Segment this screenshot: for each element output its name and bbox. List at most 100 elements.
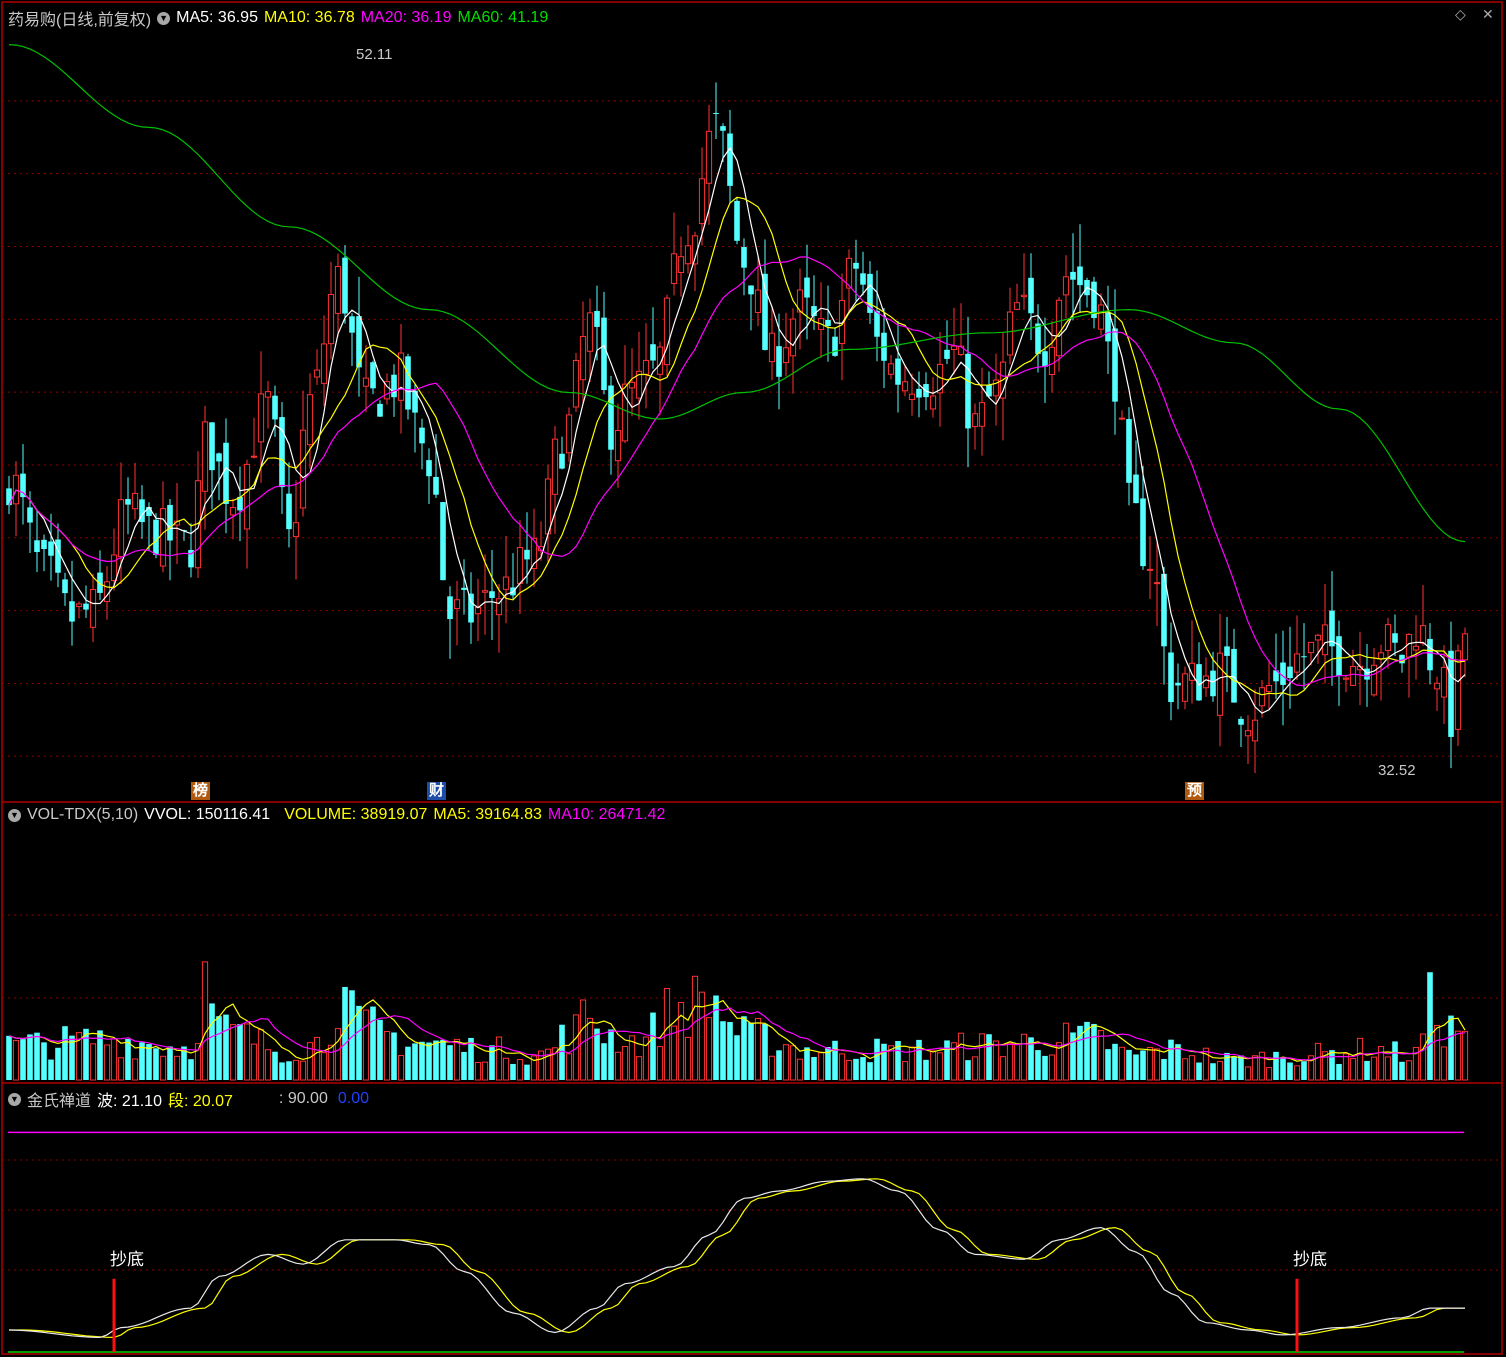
volume-bar	[1188, 1055, 1196, 1081]
volume-bar	[691, 975, 699, 1081]
candle-body	[727, 133, 733, 186]
candle-body	[489, 591, 495, 598]
candle-body	[201, 421, 209, 492]
volume-bar	[838, 1053, 846, 1081]
volume-indicator-name[interactable]: VOL-TDX(5,10)	[27, 806, 138, 824]
diamond-icon[interactable]: ◇	[1455, 6, 1466, 23]
volume-bar	[1042, 1055, 1048, 1080]
volume-value: 38919.07	[360, 806, 428, 823]
candle-body	[832, 336, 838, 356]
candle-body	[565, 414, 573, 454]
candle-body	[1048, 346, 1056, 375]
candle-body	[705, 130, 713, 184]
volume-bar	[923, 1059, 929, 1080]
volume-bar	[1181, 1058, 1189, 1081]
candle-body	[306, 394, 314, 446]
volume-bar	[1238, 1055, 1244, 1080]
volume-bar	[727, 1022, 733, 1080]
candle-body	[75, 603, 83, 608]
candle-body	[916, 388, 922, 398]
volume-bar	[754, 1017, 762, 1081]
volume-bar	[103, 1044, 111, 1081]
candle-body	[663, 297, 671, 366]
volume-bar	[614, 1051, 622, 1081]
volume-bar	[1013, 1044, 1021, 1081]
volume-bar	[992, 1040, 1000, 1081]
volume-bar	[1405, 1060, 1413, 1081]
stock-name[interactable]: 药易购	[8, 6, 56, 30]
ma5-value: 36.95	[217, 9, 258, 26]
volume-bar	[881, 1043, 887, 1080]
period-label[interactable]: (日线,前复权)	[56, 6, 151, 30]
indicator-name[interactable]: 金氏禅道	[27, 1087, 91, 1111]
volume-bar	[1126, 1049, 1132, 1080]
volume-bar	[447, 1045, 453, 1080]
candle-body	[117, 499, 125, 558]
wave-line	[8, 1178, 1465, 1339]
candle-body	[1210, 670, 1216, 697]
volume-bar	[936, 1052, 944, 1081]
candle-body	[209, 422, 215, 471]
volume-bar	[313, 1036, 321, 1081]
candle-body	[614, 430, 622, 462]
candle-body	[89, 588, 97, 628]
candle-body	[103, 581, 111, 603]
candle-body	[1062, 276, 1070, 296]
candle-body	[1427, 638, 1433, 671]
volume-settings-circle-icon[interactable]: ▼	[8, 808, 21, 822]
volume-bar	[874, 1038, 880, 1080]
candle-body	[313, 369, 321, 378]
volume-bar	[901, 1061, 909, 1081]
volume-bar	[971, 1056, 979, 1081]
candle-body	[279, 417, 285, 488]
candle-body	[481, 590, 489, 593]
volume-bar	[1112, 1043, 1118, 1080]
volume-bar	[110, 1038, 118, 1081]
volume-bar	[426, 1042, 432, 1080]
volume-bar	[1265, 1067, 1273, 1081]
candle-body	[264, 391, 272, 398]
candle-body	[908, 393, 916, 401]
event-tag-forecast[interactable]: 预	[1185, 782, 1205, 800]
volume-bar	[1161, 1058, 1167, 1080]
ma10-label: MA10: 36.78	[263, 9, 355, 26]
volume-bar	[1440, 1046, 1448, 1081]
event-tag-finance[interactable]: 财	[427, 782, 447, 800]
event-tag-rank[interactable]: 榜	[191, 782, 211, 800]
candle-body	[586, 312, 594, 352]
high-price-annotation: 52.11	[356, 46, 393, 63]
candle-body	[299, 429, 307, 509]
candle-body	[684, 245, 692, 265]
candle-body	[853, 262, 859, 269]
candle-body	[1336, 636, 1342, 676]
indicator-settings-circle-icon[interactable]: ▼	[8, 1092, 21, 1106]
close-icon[interactable]: ✕	[1482, 6, 1494, 23]
volume-bar	[579, 999, 587, 1081]
ma5-label: MA5: 36.95	[176, 9, 258, 26]
volume-bar	[929, 1050, 937, 1081]
candle-body	[20, 473, 26, 498]
volume-bar	[440, 1039, 446, 1080]
volume-bar	[159, 1055, 167, 1081]
ma60-label: MA60: 41.19	[457, 9, 549, 26]
candle-body	[1181, 673, 1189, 702]
volume-bar	[131, 1058, 139, 1081]
vol-ma5-label: MA5: 39164.83	[433, 806, 542, 823]
candle-body	[447, 596, 453, 620]
candle-body	[874, 310, 880, 337]
volume-bar	[705, 1017, 713, 1081]
volume-bar	[1175, 1044, 1181, 1080]
stock-chart-canvas[interactable]	[0, 0, 1506, 1357]
volume-bar	[853, 1058, 859, 1080]
volume-bar	[6, 1035, 12, 1080]
wave-value: 21.10	[121, 1093, 162, 1110]
settings-circle-icon[interactable]: ▼	[157, 11, 171, 25]
candle-body	[1287, 666, 1293, 679]
volume-bar	[1329, 1050, 1335, 1080]
candle-body	[971, 413, 979, 428]
volume-bar	[650, 1012, 656, 1080]
volume-bar	[999, 1056, 1007, 1081]
volume-bar	[1118, 1046, 1126, 1081]
volume-bar	[565, 1053, 573, 1081]
candle-body	[551, 438, 559, 495]
